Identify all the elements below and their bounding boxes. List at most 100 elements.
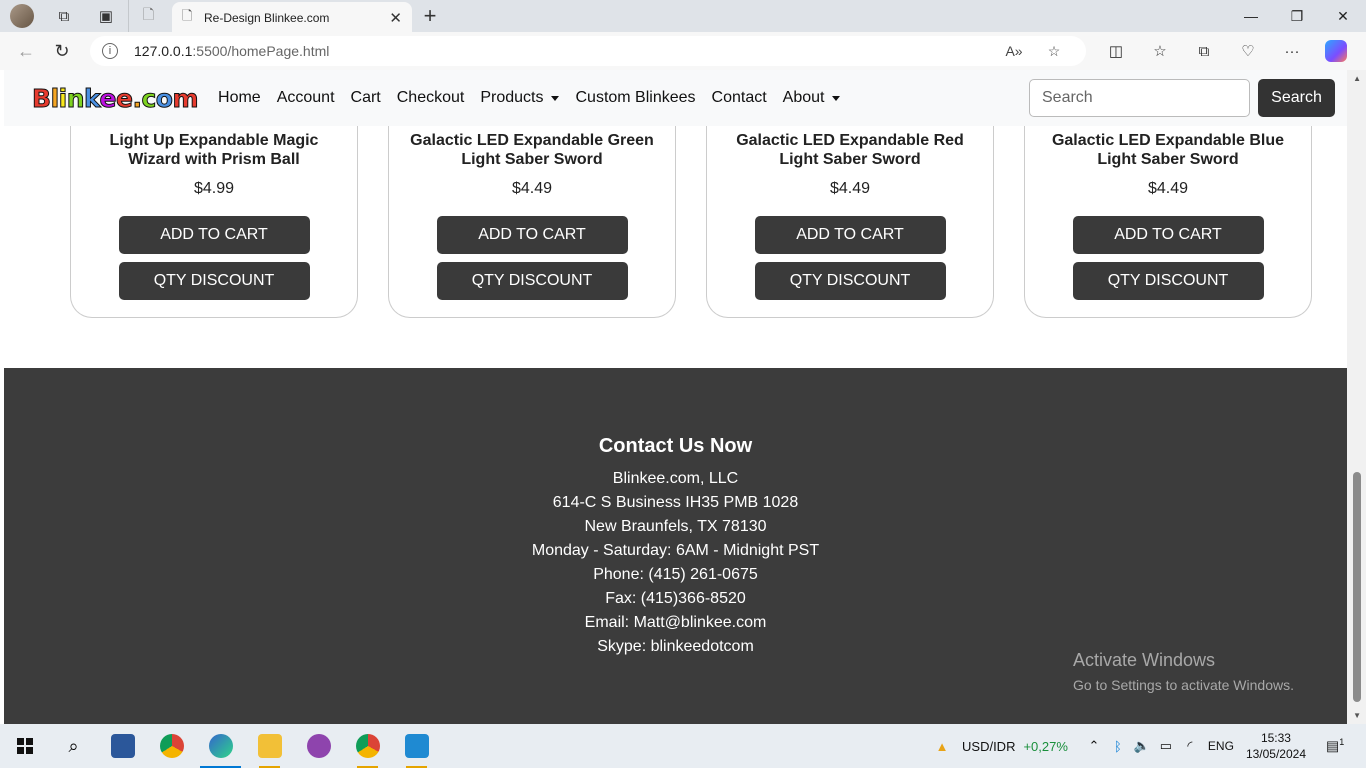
product-grid: Light Up Expandable Magic Wizard with Pr… — [70, 100, 1312, 318]
clock[interactable]: 15:33 13/05/2024 — [1246, 730, 1306, 762]
language-indicator[interactable]: ENG — [1208, 739, 1234, 753]
notification-icon[interactable]: ▤1 — [1326, 737, 1356, 755]
back-arrow-icon[interactable]: ← — [8, 33, 44, 69]
minimize-icon[interactable]: — — [1228, 0, 1274, 32]
add-to-cart-button[interactable]: ADD TO CART — [436, 216, 628, 254]
active-tab[interactable]: 🗋 Re-Design Blinkee.com ✕ — [172, 2, 412, 34]
performance-icon[interactable]: ♡ — [1226, 33, 1270, 69]
more-menu-icon[interactable]: ··· — [1270, 33, 1314, 69]
github-desktop-icon[interactable] — [294, 724, 343, 768]
site-navbar: Blinkee.com Home Account Cart Checkout P… — [4, 70, 1347, 126]
page-icon: 🗋 — [182, 8, 193, 23]
date: 13/05/2024 — [1245, 747, 1306, 761]
address-line: 614-C S Business IH35 PMB 1028 — [552, 494, 799, 511]
collections-icon[interactable]: ⧉ — [1182, 33, 1226, 69]
battery-icon[interactable]: ▭ — [1154, 738, 1178, 754]
windows-logo-icon — [16, 738, 33, 754]
site-info-icon[interactable]: i — [102, 43, 118, 59]
product-title: Galactic LED Expandable Blue Light Saber… — [1051, 132, 1285, 168]
product-card: Galactic LED Expandable Green Light Sabe… — [388, 100, 676, 318]
copilot-icon[interactable] — [1314, 33, 1358, 69]
scrollbar-thumb[interactable] — [1353, 472, 1361, 702]
close-window-icon[interactable]: ✕ — [1320, 0, 1366, 32]
volume-icon[interactable]: 🔈 — [1130, 738, 1154, 754]
nav-home[interactable]: Home — [218, 89, 261, 107]
favorite-star-icon[interactable]: ☆ — [1034, 43, 1074, 60]
product-price: $4.49 — [511, 180, 553, 197]
add-to-cart-button[interactable]: ADD TO CART — [118, 216, 310, 254]
footer-heading: Contact Us Now — [598, 435, 753, 457]
scroll-up-icon[interactable]: ▲ — [1353, 74, 1361, 83]
time: 15:33 — [1260, 731, 1291, 745]
wifi-icon[interactable]: ◜ — [1178, 738, 1202, 754]
qty-discount-button[interactable]: QTY DISCOUNT — [1072, 262, 1264, 300]
stocks-icon[interactable]: ▲ — [930, 739, 954, 754]
nav-checkout[interactable]: Checkout — [397, 89, 465, 107]
refresh-icon[interactable]: ↻ — [44, 33, 80, 69]
search-input[interactable] — [1029, 79, 1250, 117]
nav-cart[interactable]: Cart — [351, 89, 381, 107]
fax-line: Fax: (415)366-8520 — [605, 590, 746, 607]
page-scrollbar[interactable]: ▲ ▼ — [1347, 70, 1366, 724]
scroll-down-icon[interactable]: ▼ — [1353, 711, 1361, 720]
chrome-icon[interactable] — [147, 724, 196, 768]
hours-line: Monday - Saturday: 6AM - Midnight PST — [531, 542, 820, 559]
site-logo[interactable]: Blinkee.com — [32, 83, 199, 113]
qty-discount-button[interactable]: QTY DISCOUNT — [118, 262, 310, 300]
nav-products-dropdown[interactable]: Products — [480, 89, 560, 107]
phone-line: Phone: (415) 261-0675 — [593, 566, 758, 583]
windows-taskbar: ⌕ ▲ USD/IDR +0,27% ⌃ ᛒ 🔈 ▭ ◜ ENG 15:33 1… — [0, 724, 1366, 768]
tab-actions-icon[interactable]: ▣ — [90, 0, 122, 32]
qty-discount-button[interactable]: QTY DISCOUNT — [754, 262, 946, 300]
product-card: Light Up Expandable Magic Wizard with Pr… — [70, 100, 358, 318]
email-line: Email: Matt@blinkee.com — [584, 614, 767, 631]
workspaces-icon[interactable]: ⧉ — [48, 0, 80, 32]
vscode-icon[interactable] — [392, 724, 441, 768]
nav-account[interactable]: Account — [277, 89, 335, 107]
edge-icon[interactable] — [196, 724, 245, 768]
chevron-up-icon[interactable]: ⌃ — [1082, 738, 1106, 754]
city-line: New Braunfels, TX 78130 — [584, 518, 767, 535]
new-tab-button[interactable]: + — [412, 0, 448, 32]
nav-contact[interactable]: Contact — [712, 89, 767, 107]
caret-down-icon — [832, 95, 841, 101]
product-title: Galactic LED Expandable Red Light Saber … — [736, 132, 964, 168]
product-card: Galactic LED Expandable Red Light Saber … — [706, 100, 994, 318]
word-icon[interactable] — [98, 724, 147, 768]
page-icon: 🗋 — [142, 6, 155, 22]
company-name: Blinkee.com, LLC — [612, 470, 739, 487]
product-title: Galactic LED Expandable Green Light Sabe… — [410, 132, 654, 168]
product-card: Galactic LED Expandable Blue Light Saber… — [1024, 100, 1312, 318]
close-tab-icon[interactable]: ✕ — [389, 9, 402, 27]
search-icon[interactable]: ⌕ — [49, 724, 98, 768]
bluetooth-icon[interactable]: ᛒ — [1106, 739, 1130, 754]
url-text: 127.0.0.1:5500/homePage.html — [134, 43, 330, 59]
split-screen-icon[interactable]: ◫ — [1094, 33, 1138, 69]
profile-avatar[interactable] — [10, 4, 34, 28]
nav-custom-blinkees[interactable]: Custom Blinkees — [575, 89, 695, 107]
currency-pair[interactable]: USD/IDR — [962, 739, 1015, 754]
search-form: Search — [1029, 79, 1335, 117]
system-tray: ▲ USD/IDR +0,27% ⌃ ᛒ 🔈 ▭ ◜ ENG 15:33 13/… — [930, 724, 1366, 768]
qty-discount-button[interactable]: QTY DISCOUNT — [436, 262, 628, 300]
restore-icon[interactable]: ❐ — [1274, 0, 1320, 32]
add-to-cart-button[interactable]: ADD TO CART — [1072, 216, 1264, 254]
product-title: Light Up Expandable Magic Wizard with Pr… — [109, 132, 319, 168]
add-to-cart-button[interactable]: ADD TO CART — [754, 216, 946, 254]
url-field[interactable]: i 127.0.0.1:5500/homePage.html A» ☆ — [90, 36, 1086, 66]
start-button[interactable] — [0, 724, 49, 768]
nav-about-dropdown[interactable]: About — [783, 89, 841, 107]
product-price: $4.99 — [193, 180, 235, 197]
file-explorer-icon[interactable] — [245, 724, 294, 768]
nav-links: Home Account Cart Checkout Products Cust… — [218, 89, 856, 107]
search-button[interactable]: Search — [1258, 79, 1335, 117]
window-controls: — ❐ ✕ — [1228, 0, 1366, 32]
caret-down-icon — [551, 95, 560, 101]
page-viewport: Light Up Expandable Magic Wizard with Pr… — [0, 70, 1366, 724]
inactive-tab[interactable]: 🗋 — [128, 0, 168, 32]
favorites-icon[interactable]: ☆ — [1138, 33, 1182, 69]
tab-title: Re-Design Blinkee.com — [204, 11, 330, 25]
read-aloud-icon[interactable]: A» — [994, 43, 1034, 59]
browser-tab-bar: ⧉ ▣ 🗋 🗋 Re-Design Blinkee.com ✕ + — ❐ ✕ — [0, 0, 1366, 34]
chrome-profile-icon[interactable] — [343, 724, 392, 768]
